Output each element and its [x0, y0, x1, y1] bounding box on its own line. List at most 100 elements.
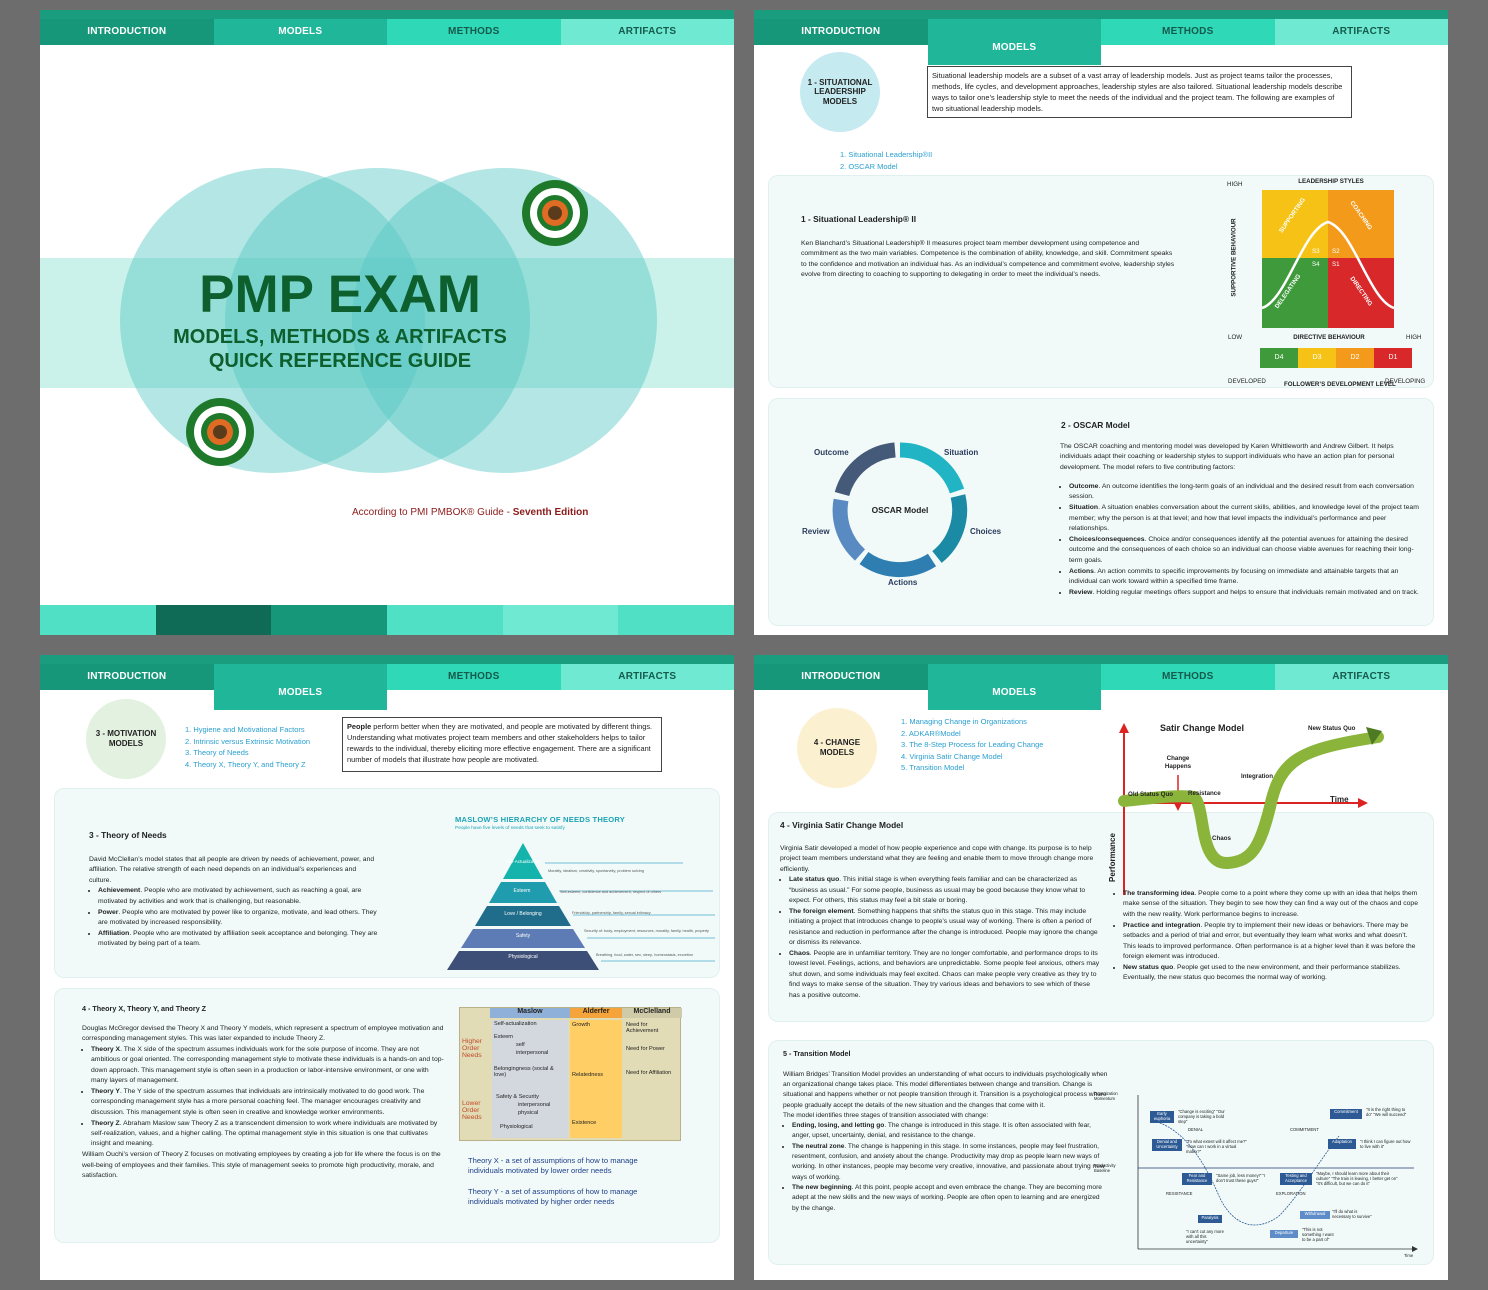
cover-page: INTRODUCTION MODELS METHODS ARTIFACTS PM… — [40, 10, 734, 635]
development-levels: D4 D3 D2 D1 — [1260, 348, 1412, 368]
tab-introduction[interactable]: INTRODUCTION — [754, 664, 928, 690]
source-prefix: According to PMI PMBOK® Guide - — [352, 507, 513, 518]
zone-label: EXPLORATION — [1276, 1191, 1306, 1196]
tab-models[interactable]: MODELS — [927, 664, 1101, 710]
stage-box: Denial and Uncertainty — [1152, 1139, 1182, 1151]
toc-item[interactable]: 5. Transition Model — [901, 762, 1043, 774]
maslow-title: MASLOW’S HIERARCHY OF NEEDS THEORY — [455, 815, 626, 824]
nav-tabs: INTRODUCTION MODELS METHODS ARTIFACTS — [754, 664, 1448, 710]
style-code: S1 — [1332, 261, 1340, 268]
maslow-subtitle: People have five levels of needs that se… — [455, 826, 565, 831]
top-stripe — [754, 655, 1448, 664]
x-axis-label: DIRECTIVE BEHAVIOUR — [1293, 334, 1365, 341]
quote: "I can't cut any more with all this unce… — [1186, 1229, 1224, 1244]
section-heading: 4 - Virginia Satir Change Model — [780, 820, 904, 830]
toc-item[interactable]: 4. Theory X, Theory Y, and Theory Z — [185, 759, 310, 771]
tab-artifacts[interactable]: ARTIFACTS — [1274, 664, 1448, 690]
transition-chart: Organization Momentum Productivity Basel… — [1094, 1091, 1434, 1261]
tab-models[interactable]: MODELS — [213, 664, 387, 710]
table-cell: Growth — [572, 1022, 591, 1028]
section-heading: 3 - Theory of Needs — [89, 830, 167, 840]
maslow-note: Security of: body, employment, resources… — [584, 929, 709, 933]
toc-list: 1. Hygiene and Motivational Factors 2. I… — [185, 724, 310, 770]
toc-item[interactable]: 1. Situational Leadership®II — [840, 149, 932, 161]
oscar-label: Review — [802, 527, 830, 536]
top-stripe — [754, 10, 1448, 19]
list-item: The neutral zone. The change is happenin… — [792, 1142, 1108, 1183]
tab-methods[interactable]: METHODS — [387, 19, 561, 45]
tab-introduction[interactable]: INTRODUCTION — [40, 664, 214, 690]
y-axis-label: Organization Momentum — [1094, 1091, 1118, 1101]
style-code: S4 — [1312, 261, 1320, 268]
list-item: The foreign element. Something happens t… — [789, 907, 1100, 949]
table-cell: interpersonal — [516, 1050, 549, 1056]
toc-item[interactable]: 2. ADKAR®Model — [901, 728, 1043, 740]
toc-item[interactable]: 2. Intrinsic versus Extrinsic Motivation — [185, 736, 310, 748]
table-cell: Self-actualization — [494, 1021, 537, 1027]
table-cell: Physiological — [500, 1124, 533, 1130]
transition-text: William Bridges’ Transition Model provid… — [783, 1070, 1108, 1214]
chart-title: LEADERSHIP STYLES — [1298, 178, 1364, 185]
motivation-models-page: INTRODUCTION MODELS METHODS ARTIFACTS 3 … — [40, 655, 734, 1280]
stage-box: Departure — [1270, 1230, 1298, 1238]
tab-artifacts[interactable]: ARTIFACTS — [560, 19, 734, 45]
quote: "Change is exciting" "Our company is tak… — [1178, 1109, 1225, 1124]
quote: "Maybe, I should learn more about their … — [1316, 1171, 1398, 1186]
toc-item[interactable]: 3. Theory of Needs — [185, 747, 310, 759]
toc-list: 1. Managing Change in Organizations 2. A… — [901, 716, 1043, 774]
tab-introduction[interactable]: INTRODUCTION — [40, 19, 214, 45]
table-cell: Belongingness (social & love) — [494, 1066, 554, 1078]
tab-methods[interactable]: METHODS — [387, 664, 561, 690]
satir-curve — [1118, 723, 1384, 895]
stage-box: Fear and Resistance — [1182, 1173, 1212, 1185]
table-cell: self — [516, 1042, 525, 1048]
tab-methods[interactable]: METHODS — [1101, 19, 1275, 45]
target-icon — [522, 180, 588, 246]
section-heading: 4 - Theory X, Theory Y, and Theory Z — [82, 1004, 207, 1013]
list-item: Situation. A situation enables conversat… — [1069, 503, 1422, 534]
stage-box: Paralysis — [1198, 1215, 1222, 1223]
toc-item[interactable]: 1. Managing Change in Organizations — [901, 716, 1043, 728]
tab-models[interactable]: MODELS — [213, 19, 387, 45]
toc-item[interactable]: 1. Hygiene and Motivational Factors — [185, 724, 310, 736]
list-item: The transforming idea. People come to a … — [1123, 889, 1418, 920]
zone-label: RESISTANCE — [1166, 1191, 1193, 1196]
table-cell: Safety & Security — [496, 1094, 539, 1100]
tab-artifacts[interactable]: ARTIFACTS — [1274, 19, 1448, 45]
oscar-label: Actions — [888, 578, 918, 587]
tab-methods[interactable]: METHODS — [1101, 664, 1275, 690]
developed-label: DEVELOPED — [1228, 378, 1266, 385]
list-item: Power. People who are motivated by power… — [98, 908, 379, 929]
table-cell: Need for Power — [626, 1046, 665, 1052]
baseline-label: Productivity Baseline — [1094, 1163, 1116, 1173]
maslow-level: Love / Belonging — [504, 911, 542, 917]
oscar-list: Outcome. An outcome identifies the long-… — [1060, 482, 1422, 599]
stage-box: Adaptation — [1328, 1139, 1356, 1149]
chart-label: Chaos — [1212, 835, 1231, 842]
situational-leadership-page: INTRODUCTION MODELS METHODS ARTIFACTS 1 … — [754, 10, 1448, 635]
toc-item[interactable]: 4. Virginia Satir Change Model — [901, 751, 1043, 763]
quote: "To what extent will it affect me?" "How… — [1186, 1139, 1247, 1154]
theory-y-note: Theory Y - a set of assumptions of how t… — [468, 1187, 638, 1206]
top-stripe — [40, 655, 734, 664]
table-cell: physical — [518, 1110, 539, 1116]
leadership-curve — [1262, 220, 1394, 310]
oscar-center-label: OSCAR Model — [871, 505, 929, 515]
nav-tabs: INTRODUCTION MODELS METHODS ARTIFACTS — [40, 664, 734, 710]
maslow-note: Friendship, partnership, family, sexual … — [572, 911, 651, 915]
style-code: S2 — [1332, 248, 1340, 255]
style-code: S3 — [1312, 248, 1320, 255]
tab-models[interactable]: MODELS — [927, 19, 1101, 65]
toc-item[interactable]: 3. The 8-Step Process for Leading Change — [901, 739, 1043, 751]
intro-box: Situational leadership models are a subs… — [927, 66, 1352, 118]
leadership-styles-chart: LEADERSHIP STYLES HIGH SUPPORTIVE BEHAVI… — [1224, 176, 1425, 391]
oscar-label: Situation — [944, 448, 979, 457]
section-badge: 4 - CHANGE MODELS — [797, 708, 877, 788]
cover-subtitle: MODELS, METHODS & ARTIFACTS — [173, 326, 507, 348]
tab-artifacts[interactable]: ARTIFACTS — [560, 664, 734, 690]
chart-label: Performance — [1107, 833, 1117, 882]
tab-introduction[interactable]: INTRODUCTION — [754, 19, 928, 45]
maslow-level: Esteem — [513, 888, 531, 894]
maslow-level: Self-Actualization — [505, 859, 541, 864]
toc-item[interactable]: 2. OSCAR Model — [840, 161, 932, 173]
